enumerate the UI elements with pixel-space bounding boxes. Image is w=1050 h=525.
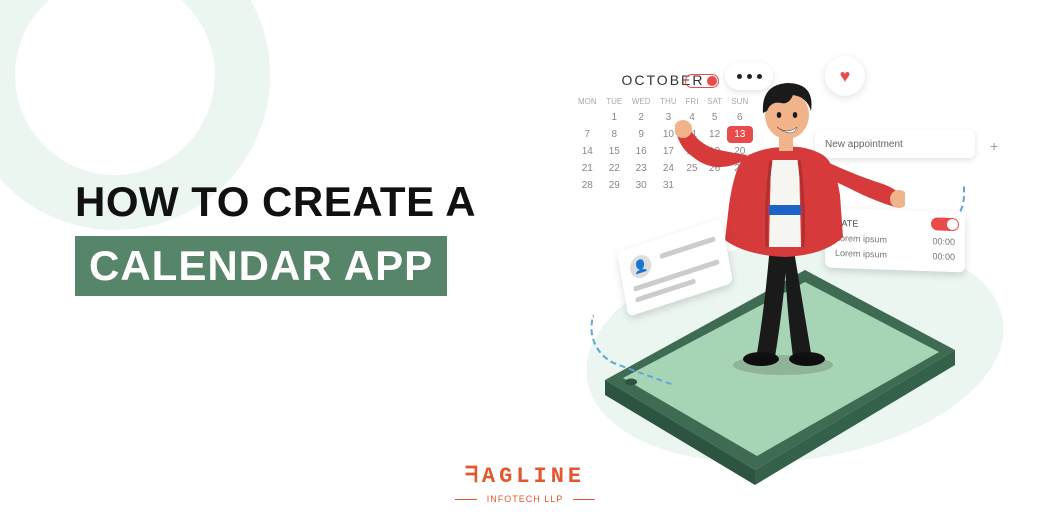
illustration-scene: OCTOBER MONTUEWEDTHUFRISATSUN 1234567891… [555, 30, 1025, 500]
detail-toggle[interactable] [931, 217, 959, 231]
calendar-day-cell: 23 [627, 160, 656, 177]
logo-text: ᖷAGLINE [465, 464, 585, 489]
calendar-day-cell: 14 [573, 143, 602, 160]
calendar-day-cell: 2 [627, 109, 656, 126]
logo-subtext: INFOTECH LLP [477, 494, 574, 504]
calendar-day-cell [573, 109, 602, 126]
calendar-day-cell: 16 [627, 143, 656, 160]
calendar-day-cell: 28 [573, 177, 602, 194]
calendar-day-cell: 30 [627, 177, 656, 194]
calendar-day-cell: 1 [602, 109, 627, 126]
calendar-day-cell: 7 [573, 126, 602, 143]
detail-row2-time: 00:00 [932, 251, 955, 262]
text-placeholder-line [660, 236, 716, 259]
calendar-day-header: WED [627, 94, 656, 109]
heading-line-1: HOW TO CREATE A [75, 178, 476, 226]
main-heading: HOW TO CREATE A CALENDAR APP [75, 178, 476, 296]
avatar-icon: 👤 [628, 252, 653, 281]
calendar-day-cell: 8 [602, 126, 627, 143]
brand-logo: ᖷAGLINE INFOTECH LLP [465, 464, 585, 507]
calendar-day-cell: 9 [627, 126, 656, 143]
person-illustration [675, 65, 905, 375]
calendar-day-cell: 21 [573, 160, 602, 177]
calendar-day-cell: 15 [602, 143, 627, 160]
calendar-day-cell: 29 [602, 177, 627, 194]
calendar-day-header: MON [573, 94, 602, 109]
heading-line-2: CALENDAR APP [75, 236, 447, 296]
calendar-day-cell: 22 [602, 160, 627, 177]
detail-row1-time: 00:00 [932, 236, 955, 247]
calendar-day-header: TUE [602, 94, 627, 109]
plus-icon[interactable]: + [990, 138, 998, 154]
